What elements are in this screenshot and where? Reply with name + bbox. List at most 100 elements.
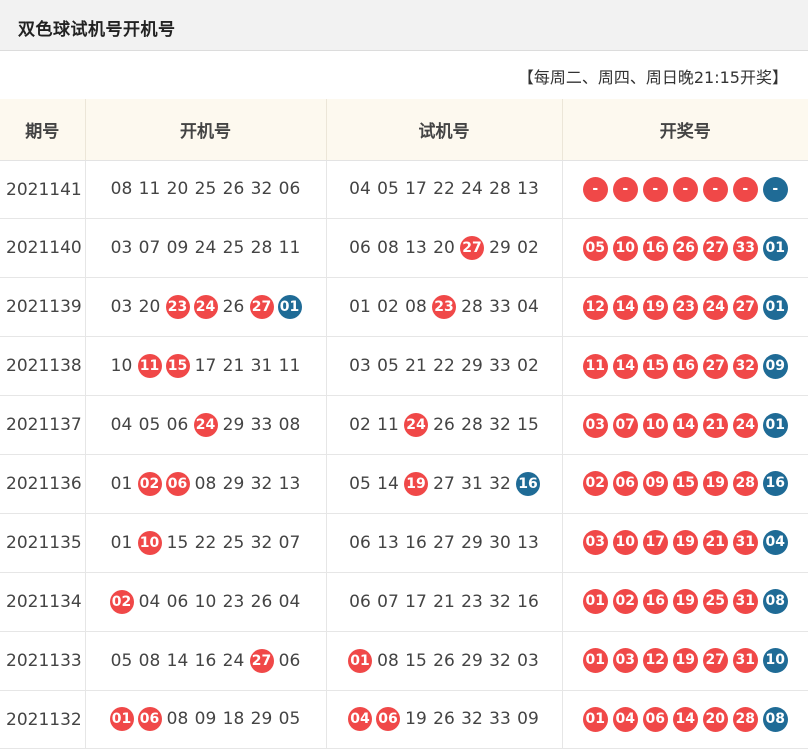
draw-number-cell: 03 07 10 14 21 24 01: [562, 395, 808, 455]
red-ball: 16: [642, 589, 668, 615]
number: 26: [433, 415, 455, 435]
blue-ball: 16: [762, 471, 788, 497]
test-number-list: 01 02 08 23 28 33 04: [327, 295, 562, 320]
red-highlight-number: 24: [404, 413, 428, 437]
issue-number: 2021139: [0, 277, 86, 338]
blue-ball: 04: [762, 530, 788, 556]
number: 33: [489, 297, 511, 318]
number: 31: [461, 473, 483, 494]
number: 02: [517, 356, 539, 377]
number: 05: [377, 356, 399, 377]
number: 28: [461, 415, 483, 435]
red-ball: 26: [672, 235, 698, 261]
number: 09: [517, 709, 539, 730]
number: 17: [405, 591, 427, 612]
open-number-list: 01 02 06 08 29 32 13: [86, 471, 326, 496]
number: 04: [517, 297, 539, 318]
number: 26: [433, 650, 455, 671]
issue-number: 2021135: [0, 513, 86, 573]
table-row: 2021134 02 04 06 10 23 26 04 06 07 17 21 23 32 16 01 02 1…: [0, 572, 808, 632]
red-ball: 19: [642, 294, 668, 320]
open-number-list: 08 11 20 25 26 32 06: [86, 177, 326, 201]
blue-ball: 10: [762, 648, 788, 674]
number: 23: [461, 591, 483, 612]
red-ball: 19: [672, 530, 698, 556]
number: 29: [489, 238, 511, 259]
red-ball: 07: [612, 412, 638, 438]
number: 17: [405, 179, 427, 200]
test-number-cell: 06 08 13 20 27 29 02: [326, 218, 563, 279]
test-number-list: 01 08 15 26 29 32 03: [327, 648, 562, 673]
table-row: 2021133 05 08 14 16 24 27 06 01 08 15 26 29 32 03 01 03 1…: [0, 631, 808, 691]
number: 25: [222, 238, 245, 259]
number: 24: [194, 238, 217, 259]
red-ball: 03: [612, 648, 638, 674]
open-number-list: 03 20 23 24 26 27 01: [86, 295, 326, 320]
red-highlight-number: 24: [193, 295, 218, 320]
red-ball: 28: [732, 471, 758, 497]
red-ball: 19: [672, 589, 698, 615]
number: 20: [166, 179, 189, 200]
red-ball: 10: [612, 235, 638, 261]
red-ball: 19: [672, 648, 698, 674]
number: 29: [461, 356, 483, 377]
number: 03: [110, 297, 133, 318]
red-highlight-number: 06: [137, 707, 162, 732]
table-row: 2021132 01 06 08 09 18 29 05 04 06 19 26 32 33 09 01 04 0…: [0, 690, 808, 750]
number: 02: [349, 415, 371, 435]
draw-number-cell: 12 14 19 23 24 27 01: [562, 277, 808, 338]
open-number-cell: 01 02 06 08 29 32 13: [85, 454, 327, 514]
open-number-cell: 01 10 15 22 25 32 07: [85, 513, 327, 573]
red-ball: -: [582, 176, 608, 202]
draw-balls: 11 14 15 16 27 32 09: [563, 353, 808, 379]
test-number-cell: 06 07 17 21 23 32 16: [326, 572, 563, 632]
red-ball: -: [732, 176, 758, 202]
red-highlight-number: 27: [460, 236, 484, 261]
red-ball: 02: [612, 589, 638, 615]
red-highlight-number: 23: [165, 295, 190, 320]
column-header-draw-number: 开奖号: [562, 99, 808, 161]
draw-number-cell: -------: [562, 160, 808, 220]
red-ball: 27: [732, 294, 758, 320]
number: 11: [138, 179, 161, 200]
number: 03: [517, 650, 539, 671]
number: 08: [110, 179, 133, 200]
number: 32: [489, 415, 511, 435]
number: 28: [250, 238, 273, 259]
number: 16: [194, 650, 217, 671]
red-ball: 27: [702, 235, 728, 261]
number: 25: [194, 179, 217, 200]
blue-highlight-number: 16: [516, 471, 540, 496]
number: 04: [349, 179, 371, 200]
number: 22: [194, 532, 217, 553]
table-row: 2021138 10 11 15 17 21 31 11 03 05 21 22 29 33 02 11 14 1…: [0, 336, 808, 397]
number: 03: [349, 356, 371, 377]
red-ball: 01: [582, 589, 608, 615]
red-ball: 05: [582, 235, 608, 261]
number: 26: [250, 591, 273, 612]
test-number-list: 04 05 17 22 24 28 13: [327, 177, 562, 201]
number: 05: [349, 473, 371, 494]
open-number-cell: 02 04 06 10 23 26 04: [85, 572, 327, 632]
number: 06: [166, 415, 189, 435]
open-number-list: 05 08 14 16 24 27 06: [86, 648, 326, 673]
table-row: 2021140 03 07 09 24 25 28 11 06 08 13 20 27 29 02 05 10 1…: [0, 218, 808, 279]
table-row: 2021135 01 10 15 22 25 32 07 06 13 16 27 29 30 13 03 10 1…: [0, 513, 808, 573]
draw-balls: 01 03 12 19 27 31 10: [563, 648, 808, 674]
red-ball: 31: [732, 530, 758, 556]
number: 18: [222, 709, 245, 730]
number: 32: [250, 473, 273, 494]
number: 10: [194, 591, 217, 612]
blue-ball: 01: [762, 294, 788, 320]
red-highlight-number: 24: [193, 413, 218, 437]
blue-ball: -: [762, 176, 788, 202]
number: 21: [222, 356, 245, 377]
red-ball: 04: [612, 706, 638, 732]
open-number-list: 10 11 15 17 21 31 11: [86, 354, 326, 379]
test-number-cell: 05 14 19 27 31 32 16: [326, 454, 563, 514]
number: 06: [349, 591, 371, 612]
red-ball: -: [612, 176, 638, 202]
red-ball: 06: [642, 706, 668, 732]
red-ball: 10: [642, 412, 668, 438]
number: 04: [138, 591, 161, 612]
